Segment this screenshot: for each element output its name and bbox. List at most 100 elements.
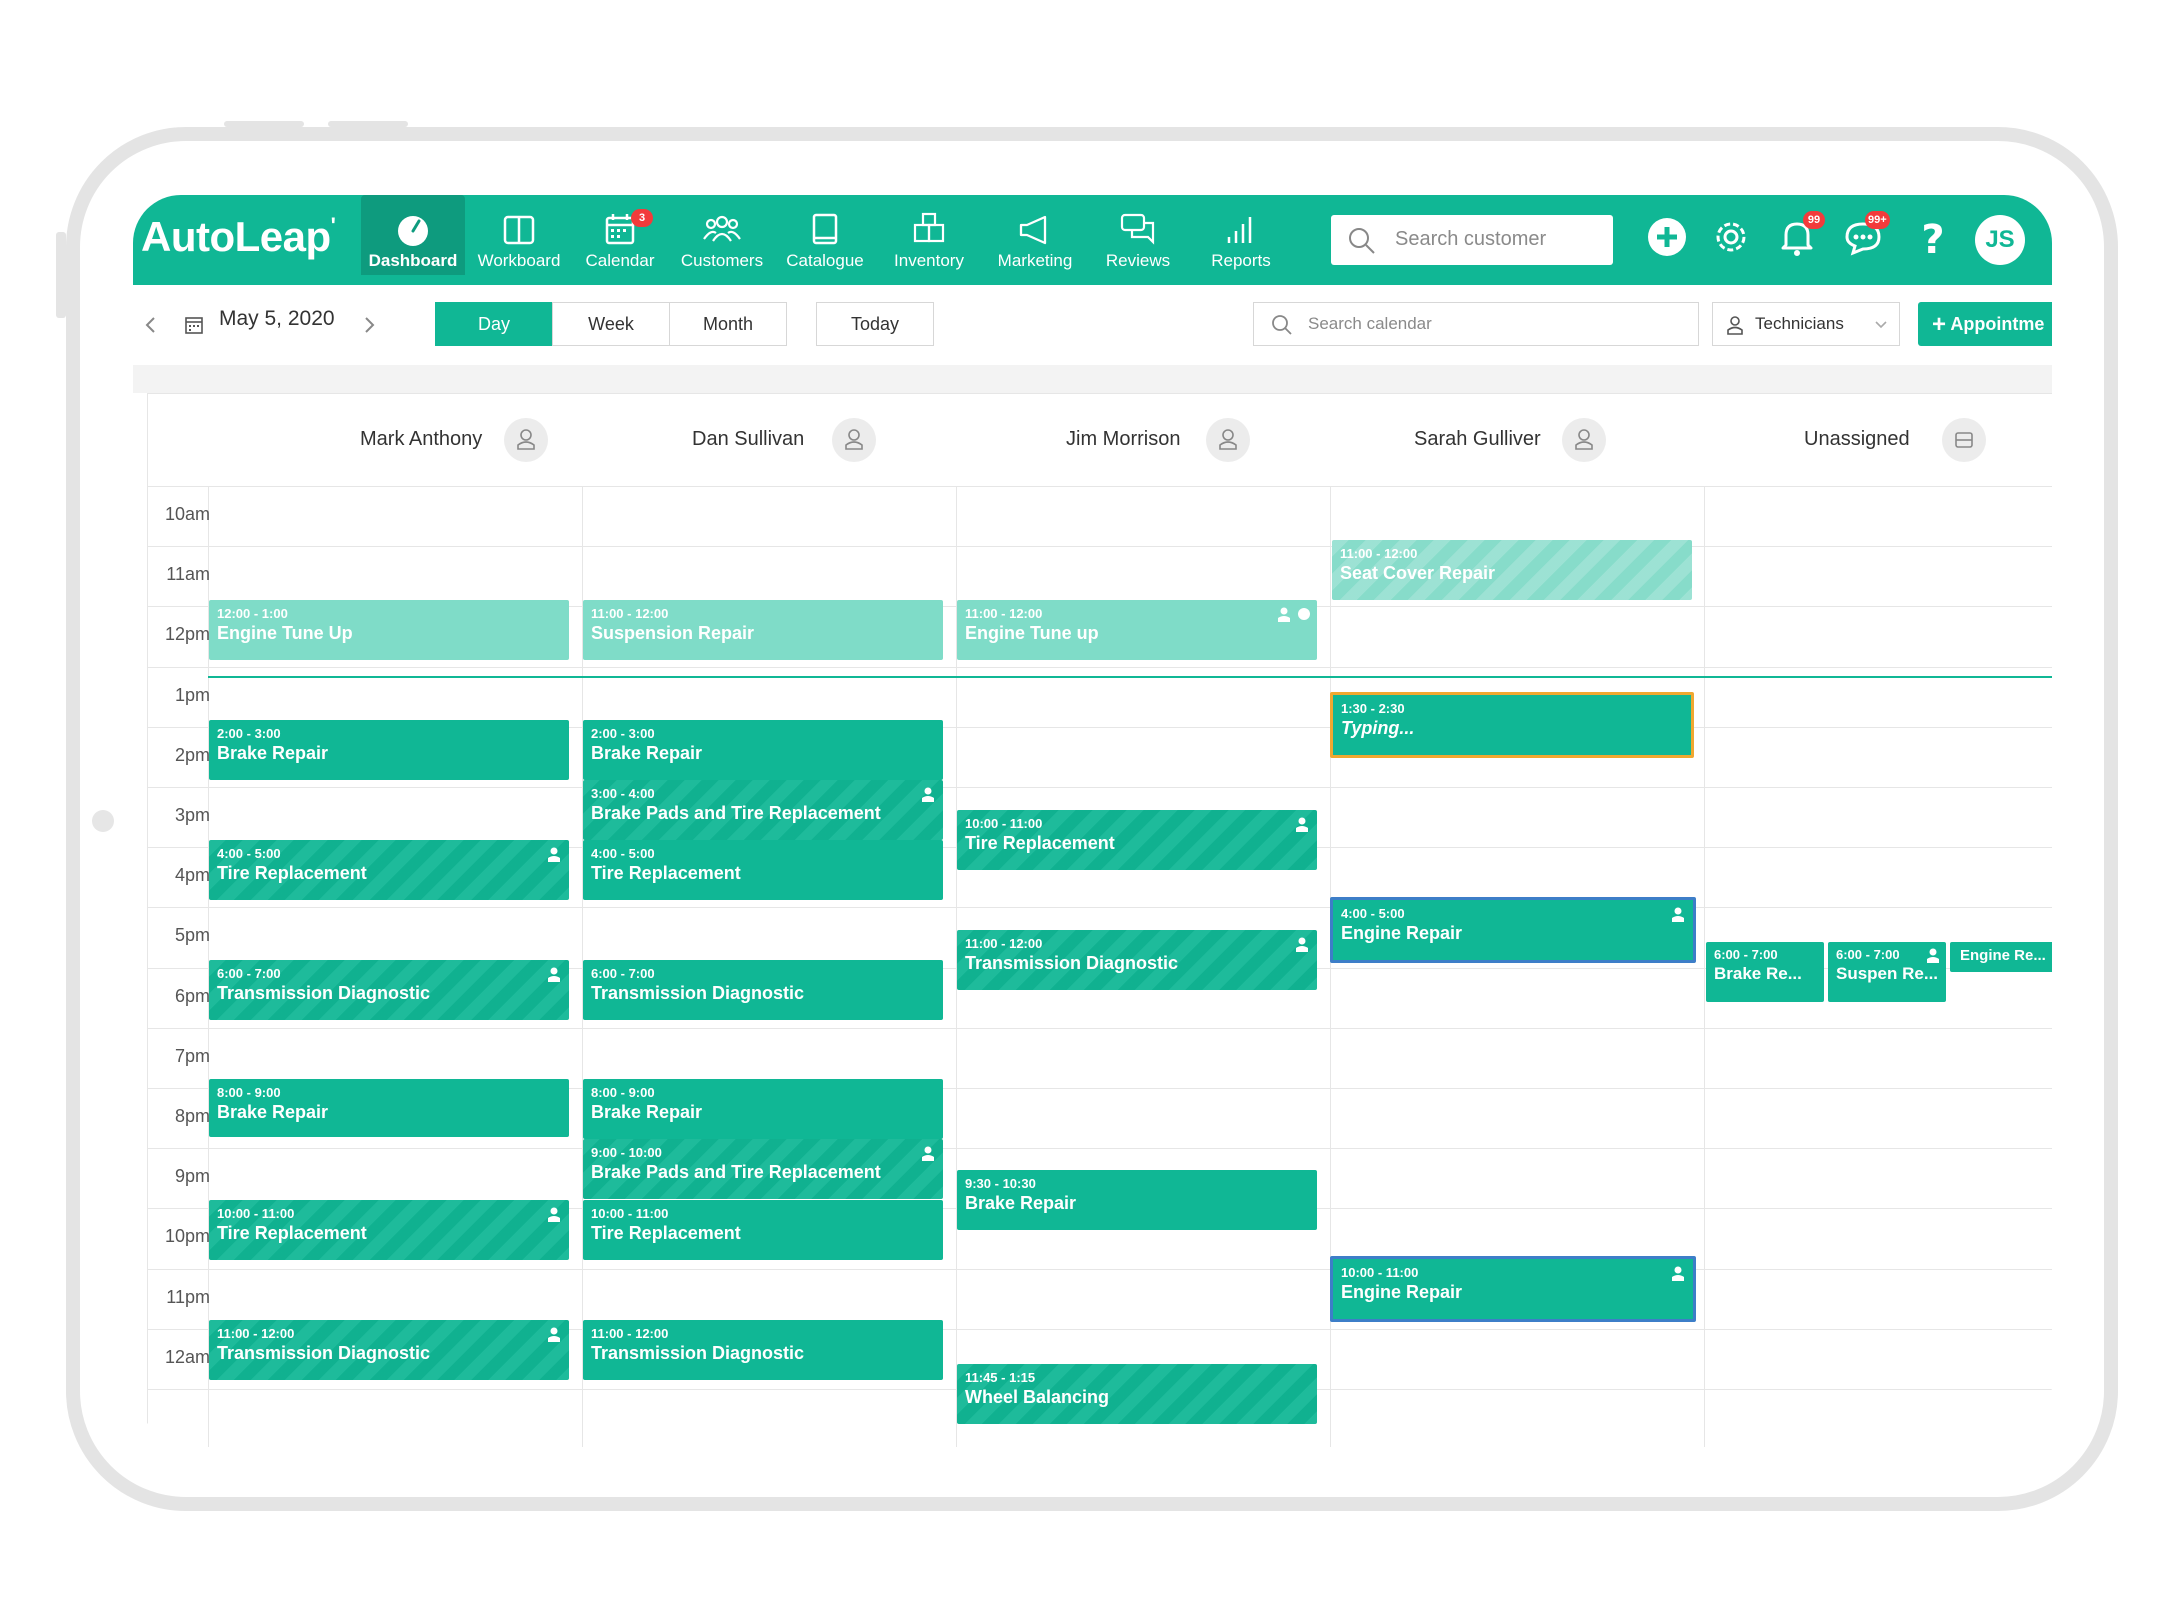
hour-label: 7pm [174, 1046, 210, 1066]
appointment-time: 4:00 - 5:00 [1341, 906, 1405, 921]
current-date[interactable]: May 5, 2020 [219, 307, 335, 331]
appointment-card[interactable]: Engine Re... [1950, 942, 2052, 972]
nav-label: Calendar [585, 251, 655, 270]
assigned-person-icon [548, 847, 560, 862]
appointment-card[interactable]: 2:00 - 3:00 Brake Repair [209, 720, 569, 780]
appointment-title: Engine Re... [1960, 947, 2046, 964]
appointment-title: Tire Replacement [217, 1223, 367, 1243]
appointment-card[interactable]: 10:00 - 11:00 Tire Replacement [209, 1200, 569, 1260]
appointment-card[interactable]: 11:00 - 12:00 Suspension Repair [583, 600, 943, 660]
messages-badge: 99+ [1865, 211, 1890, 229]
logo-mark: ' [330, 213, 336, 238]
view-week-button[interactable]: Week [552, 302, 670, 346]
appointment-time: 4:00 - 5:00 [217, 846, 281, 861]
appointment-card[interactable]: 10:00 - 11:00 Tire Replacement [957, 810, 1317, 870]
dashboard-gauge-icon [398, 216, 428, 246]
appointment-card[interactable]: 4:00 - 5:00 Tire Replacement [209, 840, 569, 900]
appointment-title: Transmission Diagnostic [217, 1343, 431, 1363]
appointment-card[interactable]: 11:00 - 12:00 Transmission Diagnostic [957, 930, 1317, 990]
search-icon [1349, 228, 1375, 254]
nav-inventory[interactable]: Inventory [879, 195, 979, 275]
technicians-dropdown[interactable]: Technicians [1712, 302, 1900, 346]
unassigned-avatar [1942, 418, 1986, 462]
appointment-title: Transmission Diagnostic [591, 1343, 805, 1363]
appointment-card[interactable]: 8:00 - 9:00 Brake Repair [209, 1079, 569, 1137]
hour-label: 10am [164, 504, 210, 524]
appointment-time: 2:00 - 3:00 [591, 726, 655, 741]
column-header-sarah-gulliver[interactable]: Sarah Gulliver [1330, 394, 1704, 486]
technician-avatar [1206, 418, 1250, 462]
nav-marketing[interactable]: Marketing [985, 195, 1085, 275]
add-new-icon[interactable] [1643, 213, 1691, 261]
user-avatar[interactable]: JS [1975, 215, 2025, 265]
status-check-icon [1298, 608, 1310, 620]
appointment-card[interactable]: 11:45 - 1:15 Wheel Balancing [957, 1364, 1317, 1424]
new-appointment-button[interactable]: + Appointme [1918, 302, 2052, 346]
appointment-time: 11:00 - 12:00 [965, 606, 1043, 621]
technician-name: Sarah Gulliver [1414, 428, 1541, 450]
view-day-button[interactable]: Day [435, 302, 553, 346]
nav-catalogue[interactable]: Catalogue [777, 195, 873, 275]
help-question-icon[interactable]: ? [1909, 213, 1957, 261]
marketing-megaphone-icon [1019, 215, 1047, 245]
technician-name: Jim Morrison [1066, 428, 1181, 450]
column-header-dan-sullivan[interactable]: Dan Sullivan [582, 394, 956, 486]
appointment-title: Engine Repair [1341, 1282, 1463, 1302]
appointment-card[interactable]: 8:00 - 9:00 Brake Repair [583, 1079, 943, 1139]
appointment-card[interactable]: 11:00 - 12:00 Seat Cover Repair [1332, 540, 1692, 600]
nav-reviews[interactable]: Reviews [1089, 195, 1187, 275]
appointment-card[interactable]: 6:00 - 7:00 Transmission Diagnostic [209, 960, 569, 1020]
appointment-time: 12:00 - 1:00 [217, 606, 288, 621]
nav-dashboard[interactable]: Dashboard [361, 195, 465, 275]
appointment-card[interactable]: 11:00 - 12:00 Transmission Diagnostic [209, 1320, 569, 1380]
search-calendar-input[interactable]: Search calendar [1253, 302, 1699, 346]
appointment-time: 10:00 - 11:00 [217, 1206, 295, 1221]
appointment-title: Brake Repair [591, 1102, 703, 1122]
appointment-card[interactable]: 11:00 - 12:00 Transmission Diagnostic [583, 1320, 943, 1380]
appointment-title: Wheel Balancing [965, 1387, 1110, 1407]
appointment-card[interactable]: 10:00 - 11:00 Tire Replacement [583, 1200, 943, 1260]
column-header-mark-anthony[interactable]: Mark Anthony [208, 394, 582, 486]
appointment-title: Brake Repair [591, 743, 703, 763]
tablet-side-button [56, 232, 66, 318]
appointment-card[interactable]: 4:00 - 5:00 Tire Replacement [583, 840, 943, 900]
appointment-title: Transmission Diagnostic [965, 953, 1179, 973]
assigned-person-icon [922, 787, 934, 802]
appointment-card[interactable]: 9:30 - 10:30 Brake Repair [957, 1170, 1317, 1230]
appointment-card[interactable]: 11:00 - 12:00 Engine Tune up [957, 600, 1317, 660]
hour-divider [148, 1148, 2052, 1149]
view-month-button[interactable]: Month [669, 302, 787, 346]
appointment-title: Brake Re... [1714, 964, 1802, 983]
appointment-card[interactable]: 9:00 - 10:00 Brake Pads and Tire Replacem… [583, 1139, 943, 1199]
search-customer-input[interactable]: Search customer [1331, 215, 1613, 265]
today-button[interactable]: Today [816, 302, 934, 346]
inventory-boxes-icon [913, 212, 945, 243]
appointment-card[interactable]: 6:00 - 7:00 Transmission Diagnostic [583, 960, 943, 1020]
person-icon [845, 429, 863, 450]
appointment-card-selected[interactable]: 4:00 - 5:00 Engine Repair [1330, 897, 1696, 963]
appointment-card-editing[interactable]: 1:30 - 2:30 Typing... [1330, 692, 1694, 758]
nav-workboard[interactable]: Workboard [469, 195, 569, 275]
nav-reports[interactable]: Reports [1197, 195, 1285, 275]
chevron-right-icon[interactable] [361, 315, 377, 335]
svg-text:?: ? [1921, 217, 1944, 261]
app-logo[interactable]: AutoLeap' [141, 213, 336, 261]
nav-customers[interactable]: Customers [671, 195, 773, 275]
appointment-card[interactable]: 2:00 - 3:00 Brake Repair [583, 720, 943, 780]
day-calendar-grid: Mark Anthony Dan Sullivan Jim Morrison S… [147, 393, 2052, 1447]
chevron-left-icon[interactable] [143, 315, 159, 335]
notifications-badge: 99 [1803, 211, 1825, 229]
technician-person-icon [1727, 316, 1743, 335]
appointment-card[interactable]: 6:00 - 7:00 Suspen Re... [1828, 942, 1946, 1002]
appointment-card[interactable]: 6:00 - 7:00 Brake Re... [1706, 942, 1824, 1002]
appointment-card[interactable]: 3:00 - 4:00 Brake Pads and Tire Replaceme… [583, 780, 943, 840]
toolbar-divider [133, 365, 2052, 393]
nav-calendar[interactable]: 3 Calendar [573, 195, 667, 275]
column-header-jim-morrison[interactable]: Jim Morrison [956, 394, 1330, 486]
settings-gear-icon[interactable] [1707, 213, 1755, 261]
search-customer-placeholder: Search customer [1395, 228, 1547, 250]
appointment-card-selected[interactable]: 10:00 - 11:00 Engine Repair [1330, 1256, 1696, 1322]
appointment-card[interactable]: 12:00 - 1:00 Engine Tune Up [209, 600, 569, 660]
hour-label: 8pm [174, 1106, 210, 1126]
column-header-unassigned[interactable]: Unassigned [1704, 394, 2052, 486]
